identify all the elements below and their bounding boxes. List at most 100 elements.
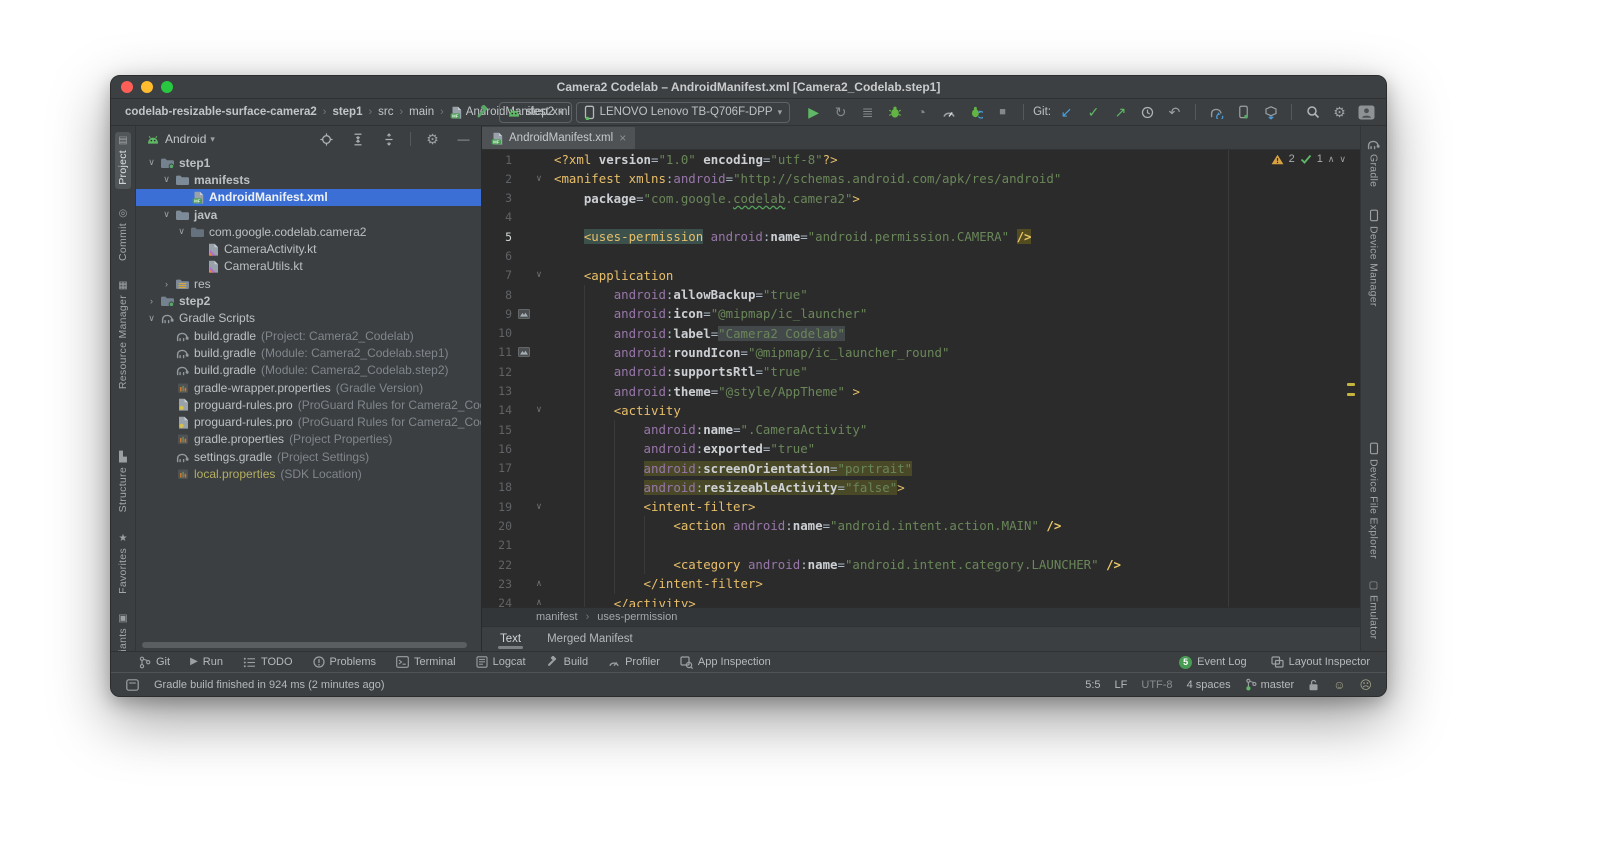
- tool-stripe-device-manager[interactable]: Device Manager: [1366, 205, 1382, 311]
- line-ending[interactable]: LF: [1115, 679, 1128, 691]
- code-line-6[interactable]: 6: [482, 246, 1360, 265]
- view-tab-text[interactable]: Text: [497, 627, 524, 651]
- tree-item-gradle.properties[interactable]: gradle.properties (Project Properties): [136, 431, 481, 448]
- tree-chevron-icon[interactable]: ∨: [159, 174, 174, 185]
- tree-item-androidmanifest.xml[interactable]: MF AndroidManifest.xml: [136, 188, 481, 206]
- git-history-button[interactable]: [1136, 102, 1159, 123]
- image-icon[interactable]: [518, 347, 530, 358]
- code-line-3[interactable]: 3 package="com.google.codelab.camera2">: [482, 189, 1360, 208]
- tree-item-proguard-rules.pro[interactable]: proguard-rules.pro (ProGuard Rules for Ca…: [136, 396, 481, 413]
- fold-marker-icon[interactable]: ∨: [532, 174, 546, 184]
- run-button[interactable]: ▶: [802, 102, 825, 123]
- code-line-22[interactable]: 22 <category android:name="android.inten…: [482, 555, 1360, 574]
- tree-item-java[interactable]: ∨ java: [136, 206, 481, 223]
- code-line-23[interactable]: 23 ∧ </intent-filter>: [482, 574, 1360, 593]
- tool-window-button-build[interactable]: Build: [546, 656, 588, 668]
- code-line-10[interactable]: 10 android:label="Camera2 Codelab": [482, 324, 1360, 343]
- scrollbar-warning-mark[interactable]: [1347, 383, 1355, 386]
- tool-window-button-profiler[interactable]: Profiler: [608, 656, 660, 668]
- git-push-button[interactable]: ↗: [1109, 102, 1132, 123]
- gradle-sync-button[interactable]: [1205, 102, 1228, 123]
- prev-problem-icon[interactable]: ∧: [1328, 154, 1335, 165]
- fold-marker-icon[interactable]: ∧: [532, 598, 546, 607]
- editor-tab-androidmanifest[interactable]: MF AndroidManifest.xml ×: [482, 127, 636, 149]
- tree-chevron-icon[interactable]: ∨: [159, 209, 174, 220]
- tool-window-button-problems[interactable]: Problems: [312, 656, 376, 668]
- xml-breadcrumb-item[interactable]: uses-permission: [597, 611, 677, 623]
- tree-item-step2[interactable]: › step2: [136, 292, 481, 309]
- expand-all-button[interactable]: [346, 129, 369, 150]
- code-line-21[interactable]: 21: [482, 536, 1360, 555]
- close-window-button[interactable]: [121, 81, 133, 93]
- attach-profiler-button[interactable]: ◔: [910, 102, 933, 123]
- inspection-widget[interactable]: 2 1 ∧ ∨: [1271, 153, 1346, 165]
- avatar-button[interactable]: [1355, 102, 1378, 123]
- device-manager-button[interactable]: [1232, 102, 1255, 123]
- image-icon[interactable]: [518, 308, 530, 319]
- code-line-17[interactable]: 17 android:screenOrientation="portrait": [482, 459, 1360, 478]
- collapse-all-button[interactable]: [377, 129, 400, 150]
- tool-window-button-app-inspection[interactable]: App Inspection: [680, 655, 771, 669]
- tool-window-button-todo[interactable]: TODO: [243, 656, 293, 668]
- build-project-button[interactable]: [472, 102, 495, 123]
- sdk-manager-button[interactable]: [1259, 102, 1282, 123]
- tree-item-manifests[interactable]: ∨ manifests: [136, 171, 481, 188]
- git-update-button[interactable]: ↙: [1055, 102, 1078, 123]
- tool-stripe-resource-manager[interactable]: ▦ Resource Manager: [115, 277, 131, 393]
- code-editor[interactable]: 1 <?xml version="1.0" encoding="utf-8"?> 2…: [482, 150, 1360, 607]
- tool-stripe-build-variants[interactable]: ▣Build Variants: [115, 610, 131, 651]
- code-line-7[interactable]: 7 ∨ <application: [482, 266, 1360, 285]
- fold-marker-icon[interactable]: ∨: [532, 405, 546, 415]
- tree-item-build.gradle[interactable]: build.gradle (Project: Camera2_Codelab): [136, 327, 481, 344]
- tool-window-button-run[interactable]: ▶ Run: [190, 656, 223, 668]
- apply-code-changes-button[interactable]: ≣: [856, 102, 879, 123]
- tree-item-proguard-rules.pro[interactable]: proguard-rules.pro (ProGuard Rules for Ca…: [136, 413, 481, 430]
- profile-debug-button[interactable]: [964, 102, 987, 123]
- tree-item-com.google.codelab.camera2[interactable]: ∨ com.google.codelab.camera2: [136, 223, 481, 240]
- tree-item-cameraactivity.kt[interactable]: CameraActivity.kt: [136, 240, 481, 257]
- code-line-24[interactable]: 24 ∧ </activity>: [482, 593, 1360, 607]
- fold-marker-icon[interactable]: ∨: [532, 270, 546, 280]
- code-line-13[interactable]: 13 android:theme="@style/AppTheme" >: [482, 381, 1360, 400]
- xml-breadcrumb-item[interactable]: manifest: [536, 611, 578, 623]
- titlebar[interactable]: Camera2 Codelab – AndroidManifest.xml [C…: [111, 76, 1386, 99]
- minimize-window-button[interactable]: [141, 81, 153, 93]
- code-line-15[interactable]: 15 android:name=".CameraActivity": [482, 420, 1360, 439]
- tool-stripe-project[interactable]: ▤ Project: [115, 132, 131, 189]
- lock-icon[interactable]: [1308, 679, 1319, 691]
- code-line-5[interactable]: 5 <uses-permission android:name="android…: [482, 227, 1360, 246]
- code-line-11[interactable]: 11 android:roundIcon="@mipmap/ic_launche…: [482, 343, 1360, 362]
- indent-setting[interactable]: 4 spaces: [1187, 679, 1231, 691]
- device-select[interactable]: LENOVO Lenovo TB-Q706F-DPP ▾: [575, 101, 791, 123]
- tool-window-button-logcat[interactable]: Logcat: [476, 656, 526, 668]
- tool-window-button-event-log[interactable]: 5 Event Log: [1179, 655, 1247, 669]
- breadcrumb-item[interactable]: src: [378, 106, 393, 118]
- stop-button[interactable]: ■: [991, 102, 1014, 123]
- locate-file-button[interactable]: [315, 129, 338, 150]
- hide-panel-button[interactable]: —: [452, 129, 475, 150]
- tree-item-settings.gradle[interactable]: settings.gradle (Project Settings): [136, 448, 481, 465]
- panel-settings-button[interactable]: ⚙: [421, 129, 444, 150]
- tree-item-build.gradle[interactable]: build.gradle (Module: Camera2_Codelab.ste…: [136, 362, 481, 379]
- tree-item-camerautils.kt[interactable]: CameraUtils.kt: [136, 258, 481, 275]
- next-problem-icon[interactable]: ∨: [1339, 154, 1346, 165]
- file-encoding[interactable]: UTF-8: [1141, 679, 1172, 691]
- tool-stripe-gradle[interactable]: Gradle: [1364, 134, 1383, 191]
- project-view-selector[interactable]: Android ▾: [165, 132, 215, 146]
- tree-item-gradle-scripts[interactable]: ∨ Gradle Scripts: [136, 310, 481, 327]
- close-tab-icon[interactable]: ×: [619, 131, 626, 145]
- code-line-12[interactable]: 12 android:supportsRtl="true": [482, 362, 1360, 381]
- git-branch-widget[interactable]: master: [1245, 678, 1294, 691]
- sad-feedback-icon[interactable]: ☹: [1359, 678, 1372, 692]
- caret-position[interactable]: 5:5: [1085, 679, 1100, 691]
- search-button[interactable]: [1301, 102, 1324, 123]
- code-line-20[interactable]: 20 <action android:name="android.intent.…: [482, 516, 1360, 535]
- tree-chevron-icon[interactable]: ∨: [144, 313, 159, 324]
- tool-window-button-git[interactable]: Git: [139, 656, 170, 669]
- tree-item-res[interactable]: › res: [136, 275, 481, 292]
- tree-item-local.properties[interactable]: local.properties (SDK Location): [136, 465, 481, 482]
- breadcrumb-item[interactable]: step1: [332, 106, 362, 118]
- code-line-14[interactable]: 14 ∨ <activity: [482, 401, 1360, 420]
- fold-marker-icon[interactable]: ∨: [532, 502, 546, 512]
- tool-window-button-terminal[interactable]: Terminal: [396, 656, 456, 668]
